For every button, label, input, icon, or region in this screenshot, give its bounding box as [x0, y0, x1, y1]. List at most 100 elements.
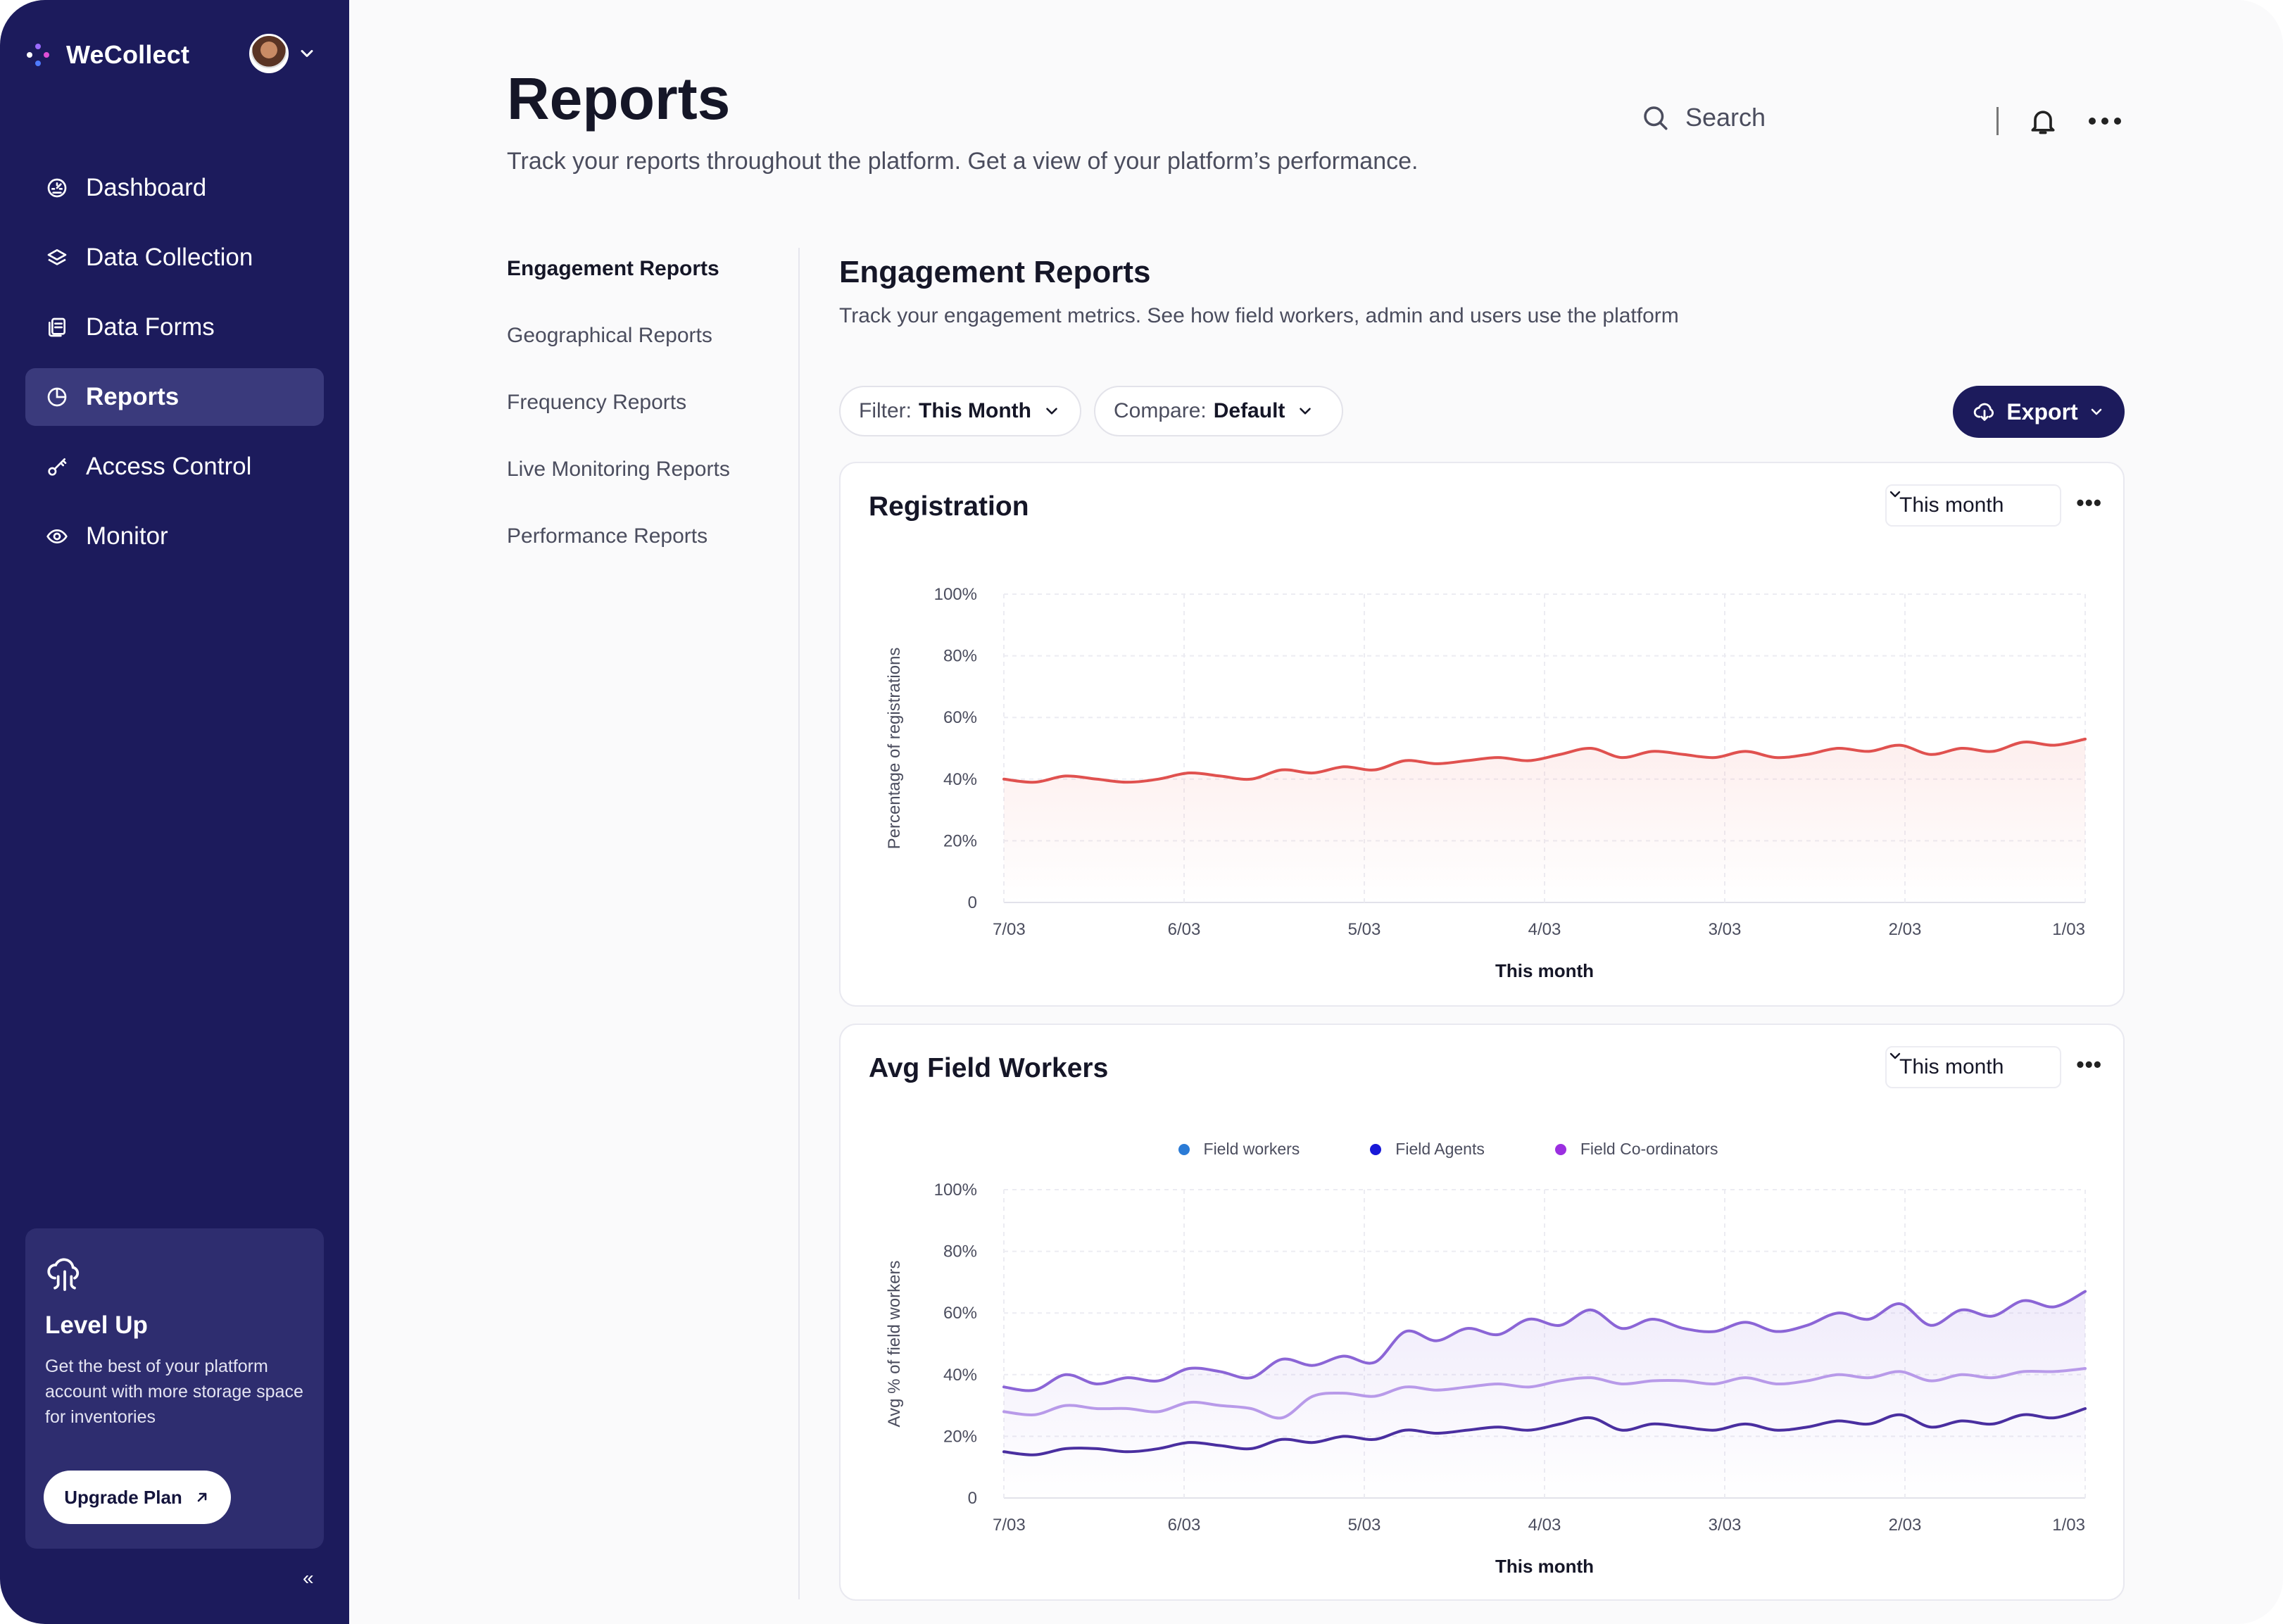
sidebar: WeCollect Dashboard Data Collection Data… — [0, 0, 349, 1624]
sidebar-item-label: Access Control — [86, 453, 252, 480]
sidebar-item-reports[interactable]: Reports — [25, 368, 324, 426]
upgrade-plan-label: Upgrade Plan — [64, 1486, 182, 1508]
avg-field-workers-chart: 0 20% 40% 60% 80% 100% 7/03 6/03 5/03 4/03 3/03 2/0… — [885, 1181, 2087, 1577]
subnav-performance-reports[interactable]: Performance Reports — [507, 524, 730, 591]
x-tick-label: 5/03 — [1348, 920, 1381, 939]
key-icon — [45, 455, 69, 479]
x-tick-label: 6/03 — [1168, 1516, 1201, 1535]
y-tick-label: 60% — [943, 1304, 977, 1323]
user-menu[interactable] — [249, 34, 317, 73]
bell-icon[interactable] — [2027, 102, 2058, 140]
subnav-geographical-reports[interactable]: Geographical Reports — [507, 324, 730, 391]
registration-chart-card: Registration This month ••• 0 20% 40% 60% 80… — [839, 462, 2125, 1007]
header-divider — [1996, 107, 1999, 135]
more-options-icon[interactable] — [2088, 114, 2122, 128]
x-tick-label: 2/03 — [1889, 1516, 1922, 1535]
filter-dropdown[interactable]: Filter: This Month — [839, 386, 1081, 436]
search-icon — [1644, 106, 1668, 130]
sidebar-item-data-forms[interactable]: Data Forms — [25, 298, 324, 356]
sidebar-item-label: Data Forms — [86, 313, 215, 341]
search-bar[interactable]: Search — [1640, 103, 1766, 132]
x-tick-label: 4/03 — [1528, 920, 1561, 939]
filter-value: This Month — [919, 399, 1031, 422]
x-tick-label: 7/03 — [993, 1516, 1026, 1535]
sidebar-item-access-control[interactable]: Access Control — [25, 438, 324, 496]
subnav-frequency-reports[interactable]: Frequency Reports — [507, 391, 730, 458]
level-up-text: Get the best of your platform account wi… — [45, 1357, 303, 1427]
legend-item[interactable]: Field workers — [1178, 1140, 1300, 1159]
brand-name: WeCollect — [66, 40, 190, 69]
compare-value: Default — [1213, 399, 1285, 422]
export-label: Export — [2006, 398, 2078, 424]
y-tick-label: 40% — [943, 770, 977, 789]
compare-dropdown[interactable]: Compare: Default — [1094, 386, 1343, 436]
sidebar-item-data-collection[interactable]: Data Collection — [25, 229, 324, 287]
y-tick-label: 0 — [968, 1489, 977, 1508]
x-tick-label: 3/03 — [1709, 920, 1742, 939]
x-tick-label: 1/03 — [2052, 920, 2085, 939]
level-up-title: Level Up — [45, 1311, 148, 1339]
chevron-down-icon — [2091, 408, 2101, 415]
page-title: Reports — [507, 65, 731, 132]
sidebar-item-label: Monitor — [86, 522, 168, 550]
y-tick-label: 40% — [943, 1366, 977, 1385]
export-button[interactable]: Export — [1953, 386, 2125, 438]
y-tick-label: 60% — [943, 708, 977, 727]
cloud-upload-icon — [47, 1258, 80, 1291]
registration-chart: 0 20% 40% 60% 80% 100% 7/03 6/03 5/03 4/03 3/03 2/0… — [885, 585, 2087, 981]
x-tick-label: 1/03 — [2052, 1516, 2085, 1535]
x-tick-label: 5/03 — [1348, 1516, 1381, 1535]
search-input[interactable]: Search — [1685, 103, 1766, 132]
y-axis-title: Percentage of registrations — [885, 648, 904, 850]
y-tick-label: 100% — [934, 585, 977, 604]
subnav-live-monitoring-reports[interactable]: Live Monitoring Reports — [507, 458, 730, 524]
subnav-divider — [798, 248, 800, 1599]
sidebar-item-label: Dashboard — [86, 174, 207, 201]
y-tick-label: 80% — [943, 647, 977, 666]
chevron-down-icon — [1300, 408, 1312, 415]
x-tick-label: 7/03 — [993, 920, 1026, 939]
legend-item[interactable]: Field Agents — [1370, 1140, 1485, 1159]
subnav-engagement-reports[interactable]: Engagement Reports — [507, 257, 730, 324]
dashboard-icon — [45, 176, 69, 200]
legend-dot — [1554, 1144, 1566, 1155]
y-axis-title: Avg % of field workers — [885, 1261, 904, 1428]
logo-icon — [25, 42, 51, 68]
legend-item[interactable]: Field Co-ordinators — [1554, 1140, 1718, 1159]
x-tick-label: 2/03 — [1889, 920, 1922, 939]
chart-legend: Field workers Field Agents Field Co-ordi… — [841, 1140, 2126, 1159]
upgrade-plan-button[interactable]: Upgrade Plan — [44, 1471, 231, 1524]
cloud-download-icon — [1974, 403, 1994, 421]
section-title: Engagement Reports — [839, 255, 1151, 289]
sidebar-item-dashboard[interactable]: Dashboard — [25, 159, 324, 217]
y-tick-label: 100% — [934, 1181, 977, 1200]
layers-icon — [45, 246, 69, 270]
sidebar-item-label: Data Collection — [86, 244, 253, 271]
y-tick-label: 80% — [943, 1242, 977, 1261]
legend-dot — [1370, 1144, 1382, 1155]
avatar — [249, 34, 289, 73]
avg-field-workers-chart-card: Avg Field Workers This month ••• 0 20% 40%… — [839, 1024, 2125, 1601]
x-tick-label: 3/03 — [1709, 1516, 1742, 1535]
arrow-up-right-icon — [197, 1492, 207, 1502]
y-tick-label: 20% — [943, 831, 977, 850]
sidebar-item-label: Reports — [86, 383, 180, 410]
x-tick-label: 6/03 — [1168, 920, 1201, 939]
pie-chart-icon — [45, 385, 69, 409]
chevron-down-icon — [301, 50, 313, 57]
x-axis-title: This month — [1495, 1556, 1594, 1577]
legend-label: Field Co-ordinators — [1580, 1140, 1718, 1158]
sidebar-item-monitor[interactable]: Monitor — [25, 508, 324, 565]
series-area — [1004, 738, 2085, 902]
y-tick-label: 0 — [968, 893, 977, 912]
eye-icon — [45, 524, 69, 548]
brand[interactable]: WeCollect — [25, 35, 189, 75]
page-subtitle: Track your reports throughout the platfo… — [507, 148, 1419, 175]
level-up-card: Level Up Get the best of your platform a… — [25, 1228, 324, 1549]
legend-label: Field Agents — [1395, 1140, 1485, 1158]
reports-subnav: Engagement Reports Geographical Reports … — [507, 257, 730, 591]
sidebar-nav: Dashboard Data Collection Data Forms Rep… — [25, 159, 324, 577]
app-window: WeCollect Dashboard Data Collection Data… — [0, 0, 2283, 1624]
legend-dot — [1178, 1144, 1190, 1155]
collapse-sidebar-button[interactable]: « — [303, 1567, 314, 1590]
